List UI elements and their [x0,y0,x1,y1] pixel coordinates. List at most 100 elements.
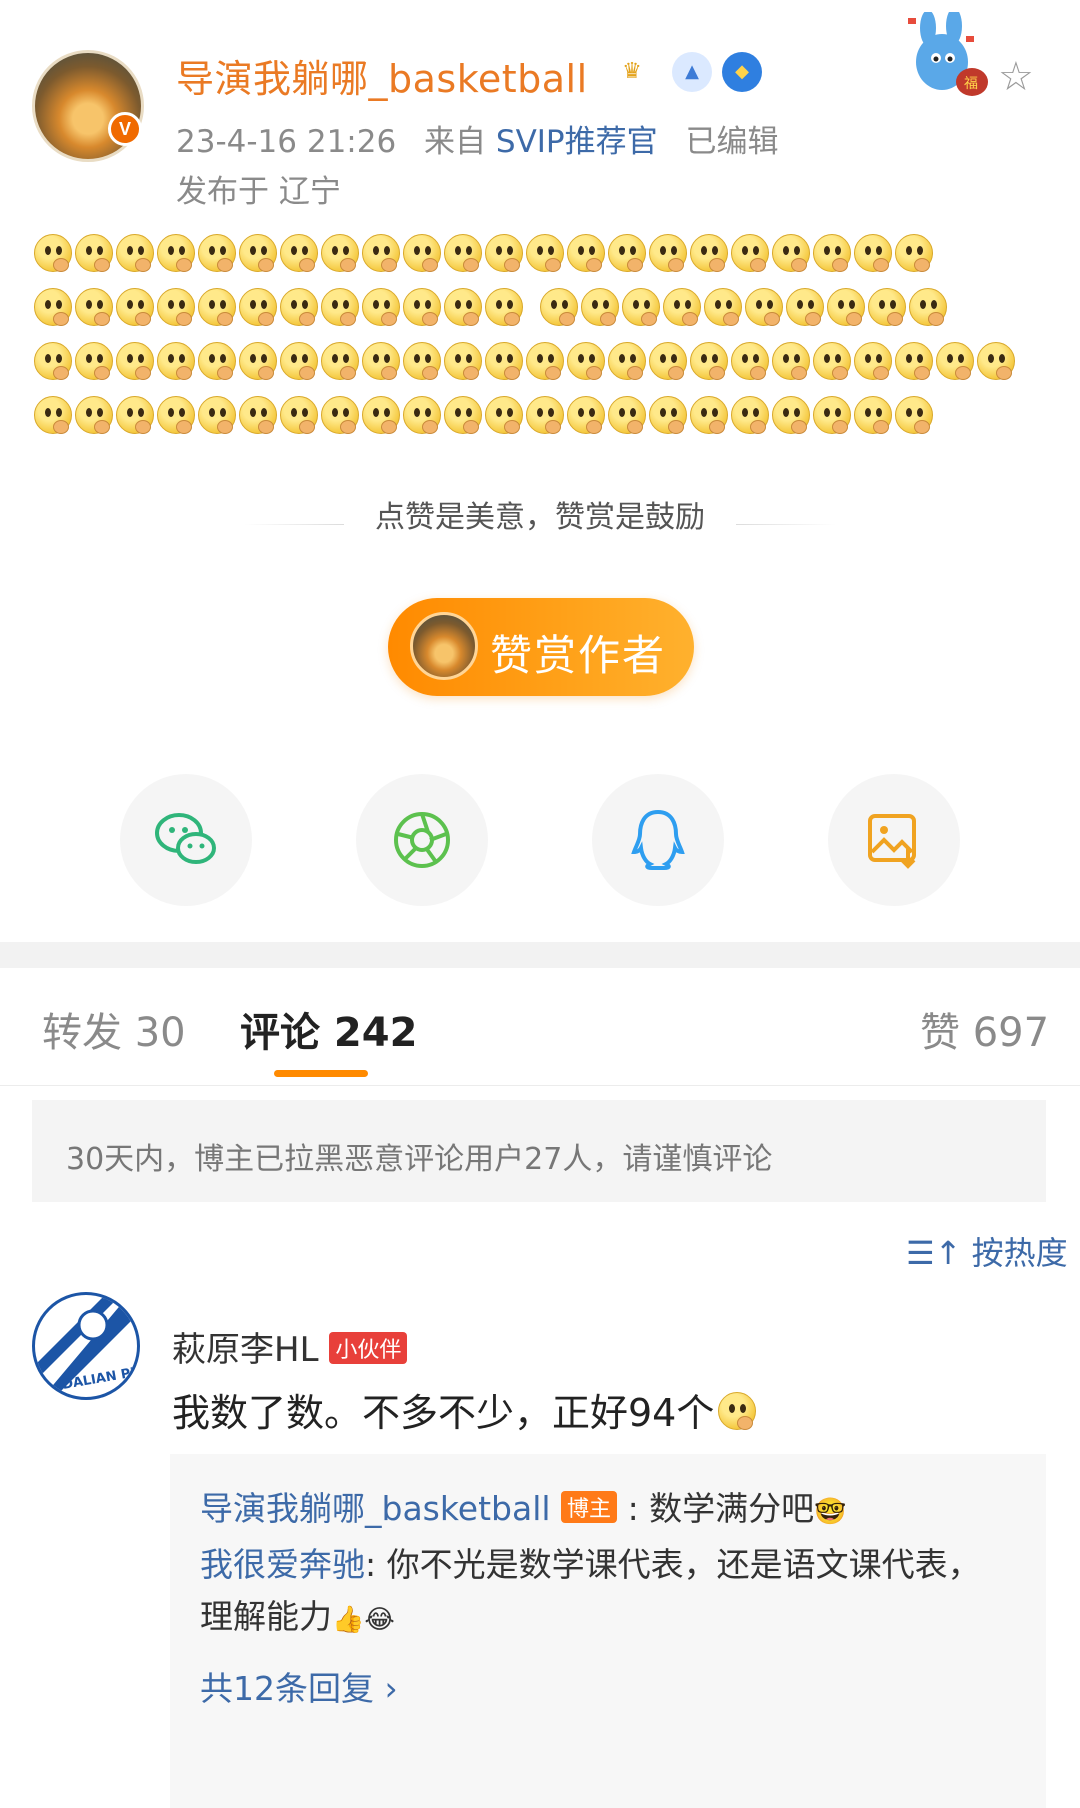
reward-prompt: 点赞是美意，赞赏是鼓励 [375,500,705,535]
thinking-emoji-icon [622,288,660,326]
emoji-row [34,396,1044,450]
comment-text-row: 我数了数。不多不少，正好94个 [172,1382,759,1437]
edited-label[interactable]: 已编辑 [686,124,779,160]
thinking-emoji-icon [526,342,564,380]
reply-1-text: : 数学满分吧 [627,1489,815,1528]
blogger-tag: 博主 [561,1491,618,1523]
thinking-emoji-icon [362,288,400,326]
reward-divider-right [736,524,836,525]
emoji-row [34,234,1044,288]
thinking-emoji-icon [485,342,523,380]
thinking-emoji-icon [813,342,851,380]
thinking-emoji-icon [321,234,359,272]
emoji-row [34,288,1044,342]
thinking-emoji-icon [116,234,154,272]
thinking-emoji-icon [157,342,195,380]
thinking-emoji-icon [485,234,523,272]
thinking-emoji-icon [444,396,482,434]
thinking-emoji-icon [157,288,195,326]
reply-2-continued: 理解能力👍😂 [200,1590,395,1638]
thinking-emoji-icon [444,234,482,272]
thinking-emoji-icon [827,288,865,326]
sort-by-hot-button[interactable]: ☰↑ 按热度 [906,1228,1068,1274]
more-replies-link[interactable]: 共12条回复 › [200,1662,398,1710]
thinking-emoji-icon [34,234,72,272]
share-qq-button[interactable] [592,774,724,906]
thinking-emoji-icon [239,342,277,380]
comment-notice: 30天内，博主已拉黑恶意评论用户27人，请谨慎评论 [32,1100,1046,1202]
shark-badge-icon[interactable]: ▲ [672,52,712,92]
thinking-emoji-icon [75,288,113,326]
tab-divider [0,1085,1080,1086]
thinking-emoji-icon [362,396,400,434]
thinking-emoji-icon [444,342,482,380]
thinking-emoji-icon [772,342,810,380]
thinking-emoji-icon [198,342,236,380]
thinking-emoji-icon [526,234,564,272]
thinking-emoji-icon [936,342,974,380]
thinking-emoji-icon [280,288,318,326]
thinking-emoji-icon [239,396,277,434]
thinking-emoji-icon [567,342,605,380]
mascot-decoration-icon: 福 [902,8,1006,102]
qq-icon [631,809,685,870]
reply-2-author[interactable]: 我很爱奔驰 [200,1545,365,1584]
thinking-emoji-icon [649,234,687,272]
crown-icon[interactable]: ♛ [612,52,652,92]
reply-1: 导演我躺哪_basketball 博主 : 数学满分吧🤓 [200,1482,847,1530]
thinking-emoji-icon [540,288,578,326]
share-wechat-button[interactable] [120,774,252,906]
laughing-icon: 😂 [364,1605,395,1635]
thinking-emoji-icon [321,396,359,434]
favorite-star-icon[interactable]: ☆ [998,54,1034,100]
thinking-emoji-icon [403,288,441,326]
thinking-emoji-icon [239,288,277,326]
post-content-emojis [34,234,1044,450]
thinking-emoji-icon [909,288,947,326]
thinking-emoji-icon [663,288,701,326]
post-location: 发布于 辽宁 [176,174,341,210]
thinking-emoji-icon [321,342,359,380]
thinking-emoji-icon [608,396,646,434]
tab-likes[interactable]: 赞 697 [920,1000,1049,1058]
thinking-emoji-icon [362,342,400,380]
thinking-emoji-icon [75,234,113,272]
thinking-emoji-icon [116,288,154,326]
thinking-emoji-icon [854,396,892,434]
commenter-name[interactable]: 萩原李HL [172,1330,319,1370]
thinking-emoji-icon [731,396,769,434]
post-source[interactable]: SVIP推荐官 [496,124,658,160]
commenter-name-row: 萩原李HL 小伙伴 [172,1322,408,1371]
thinking-emoji-icon [198,234,236,272]
reply-2-text: : 你不光是数学课代表，还是语文课代表， [365,1545,981,1584]
thinking-emoji-icon [280,396,318,434]
reward-author-button[interactable]: 赞赏作者 [388,598,694,696]
partner-tag: 小伙伴 [329,1332,408,1364]
tab-comments[interactable]: 评论 242 [240,1000,417,1058]
smart-emoji-icon: 🤓 [814,1497,847,1527]
thinking-emoji-icon [485,288,523,326]
thinking-emoji-icon [526,396,564,434]
commenter-avatar[interactable]: DALIAN PRO [32,1292,140,1400]
thinking-emoji-icon [868,288,906,326]
thinking-emoji-icon [895,234,933,272]
author-name[interactable]: 导演我躺哪_basketball [176,48,588,103]
thinking-emoji-icon [403,234,441,272]
sort-icon: ☰↑ [906,1234,962,1272]
save-image-button[interactable] [828,774,960,906]
thinking-emoji-icon [75,396,113,434]
thinking-emoji-icon [116,396,154,434]
thinking-emoji-icon [34,288,72,326]
thinking-emoji-icon [649,342,687,380]
thinking-emoji-icon [690,234,728,272]
share-moments-button[interactable] [356,774,488,906]
hammer-badge-icon[interactable]: ◆ [722,52,762,92]
post-time: 23-4-16 21:26 [176,124,397,160]
reply-box[interactable]: 导演我躺哪_basketball 博主 : 数学满分吧🤓 我很爱奔驰: 你不光是… [170,1454,1046,1808]
reply-1-author[interactable]: 导演我躺哪_basketball [200,1489,551,1528]
thinking-emoji-icon [34,342,72,380]
thinking-emoji-icon [813,234,851,272]
thinking-emoji-icon [116,342,154,380]
section-divider [0,942,1080,968]
tab-repost[interactable]: 转发 30 [42,1000,186,1058]
